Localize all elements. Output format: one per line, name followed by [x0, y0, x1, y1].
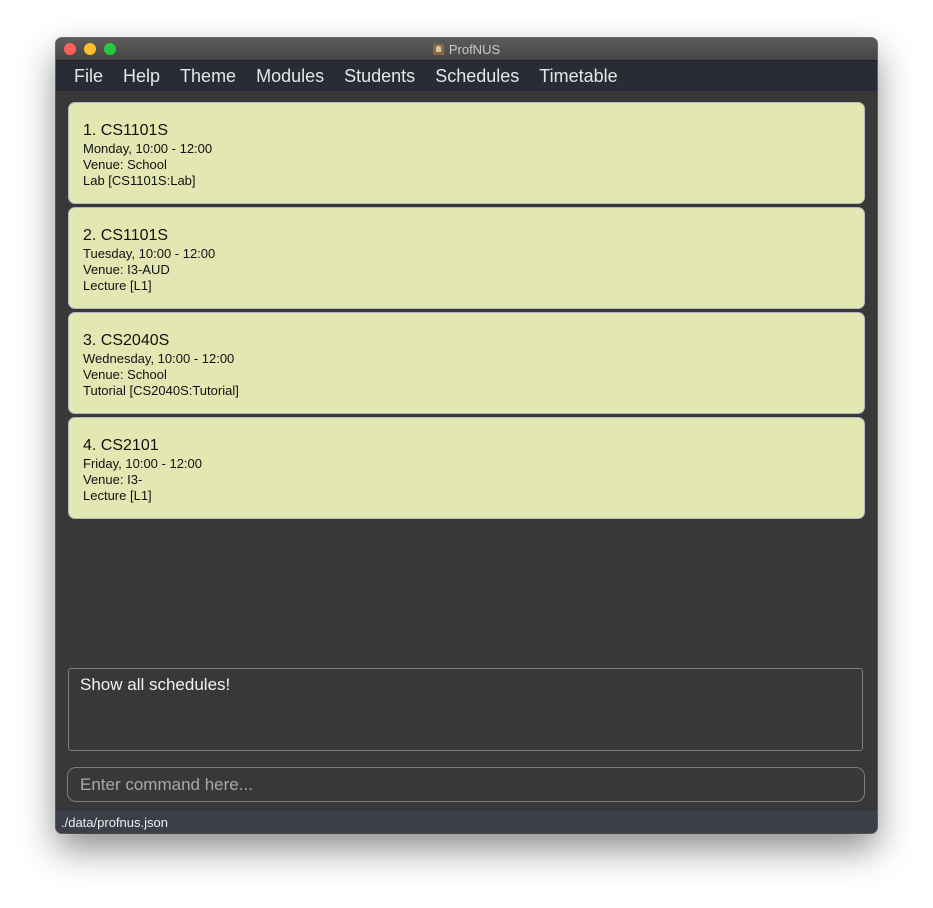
- schedule-header: 3. CS2040S: [83, 332, 170, 349]
- menu-help[interactable]: Help: [113, 66, 170, 87]
- schedule-time: Friday, 10:00 - 12:00: [83, 456, 202, 471]
- menu-file[interactable]: File: [64, 66, 113, 87]
- menu-timetable[interactable]: Timetable: [529, 66, 627, 87]
- schedule-header: 4. CS2101: [83, 437, 159, 454]
- schedule-card[interactable]: 3. CS2040S Wednesday, 10:00 - 12:00 Venu…: [68, 312, 865, 414]
- schedule-venue: Venue: School: [83, 157, 167, 172]
- app-icon: [432, 43, 444, 55]
- app-window: ProfNUS File Help Theme Modules Students…: [56, 38, 877, 833]
- schedule-time: Wednesday, 10:00 - 12:00: [83, 351, 235, 366]
- status-bar: ./data/profnus.json: [56, 809, 877, 833]
- schedule-venue: Venue: I3-: [83, 472, 143, 487]
- schedule-card[interactable]: 4. CS2101 Friday, 10:00 - 12:00 Venue: I…: [68, 417, 865, 519]
- menu-theme[interactable]: Theme: [170, 66, 246, 87]
- result-display[interactable]: Show all schedules!: [68, 668, 863, 751]
- schedule-type: Lecture [L1]: [83, 278, 152, 293]
- schedule-venue: Venue: I3-AUD: [83, 262, 170, 277]
- schedule-card[interactable]: 2. CS1101S Tuesday, 10:00 - 12:00 Venue:…: [68, 207, 865, 309]
- schedule-time: Monday, 10:00 - 12:00: [83, 141, 213, 156]
- command-input[interactable]: [67, 767, 865, 802]
- window-title: ProfNUS: [56, 38, 877, 60]
- title-bar[interactable]: ProfNUS: [56, 38, 877, 61]
- schedule-list[interactable]: 1. CS1101S Monday, 10:00 - 12:00 Venue: …: [68, 102, 865, 522]
- window-title-text: ProfNUS: [448, 41, 501, 57]
- menu-schedules[interactable]: Schedules: [425, 66, 529, 87]
- schedule-type: Lab [CS1101S:Lab]: [83, 173, 196, 188]
- menu-students[interactable]: Students: [334, 66, 425, 87]
- menu-bar: File Help Theme Modules Students Schedul…: [56, 61, 877, 91]
- schedule-time: Tuesday, 10:00 - 12:00: [83, 246, 216, 261]
- schedule-type: Tutorial [CS2040S:Tutorial]: [83, 383, 239, 398]
- result-text: Show all schedules!: [80, 675, 231, 694]
- save-file-path: ./data/profnus.json: [61, 814, 168, 830]
- schedule-header: 2. CS1101S: [83, 227, 169, 244]
- schedule-type: Lecture [L1]: [83, 488, 152, 503]
- schedule-header: 1. CS1101S: [83, 122, 169, 139]
- schedule-card[interactable]: 1. CS1101S Monday, 10:00 - 12:00 Venue: …: [68, 102, 865, 204]
- menu-modules[interactable]: Modules: [246, 66, 334, 87]
- schedule-venue: Venue: School: [83, 367, 167, 382]
